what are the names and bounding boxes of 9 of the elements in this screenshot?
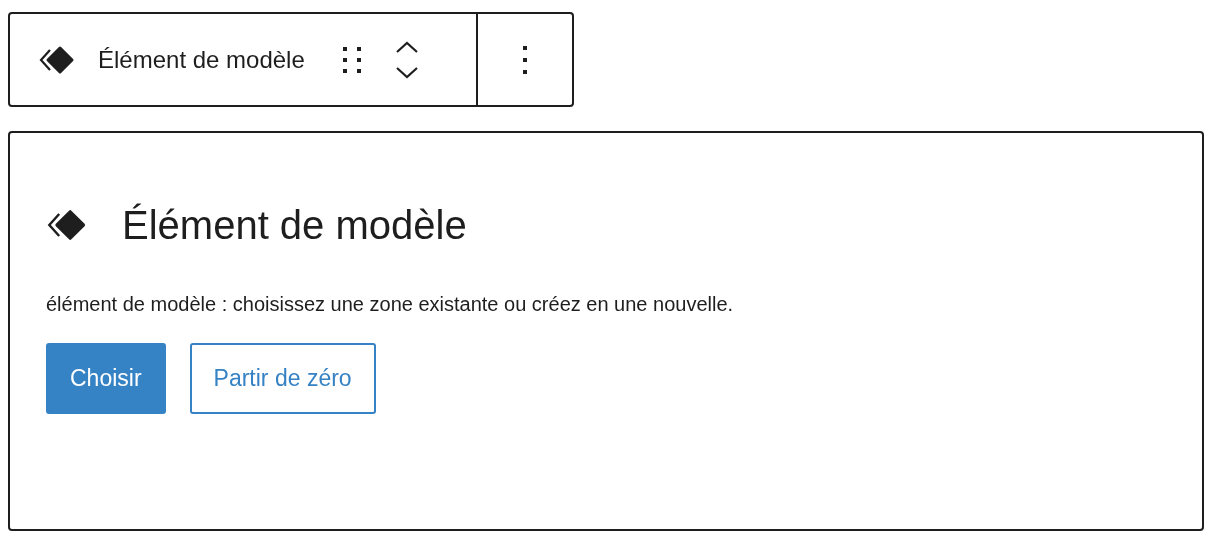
- more-options-button[interactable]: [521, 43, 529, 76]
- move-down-button[interactable]: [394, 65, 419, 80]
- block-label: Élément de modèle: [98, 44, 305, 75]
- start-blank-button[interactable]: Partir de zéro: [189, 343, 376, 414]
- placeholder-instructions: élément de modèle : choisissez une zone existante ou créez en une nouvelle.: [46, 292, 735, 317]
- move-up-button[interactable]: [394, 39, 419, 54]
- drag-handle-icon[interactable]: [340, 44, 363, 75]
- choose-button[interactable]: Choisir: [46, 343, 166, 414]
- placeholder-title: Élément de modèle: [122, 205, 467, 245]
